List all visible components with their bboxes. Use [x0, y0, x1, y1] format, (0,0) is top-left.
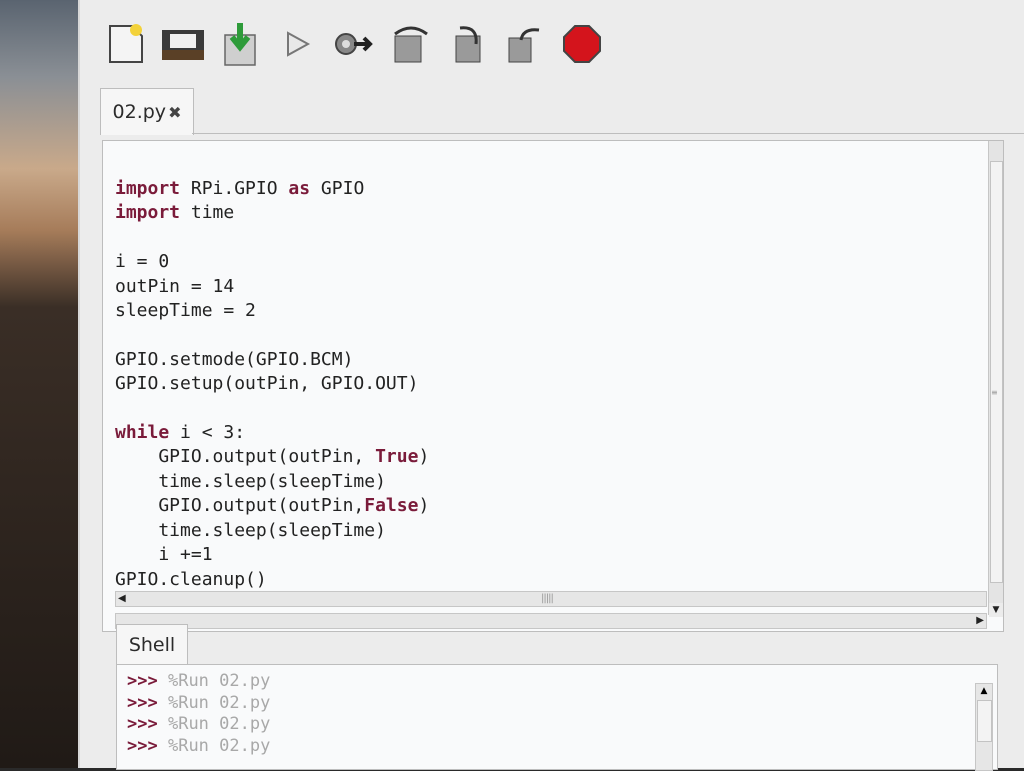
- code-editor[interactable]: import RPi.GPIO as GPIO import time i = …: [102, 140, 1004, 632]
- grip-icon: ≡: [991, 388, 998, 397]
- shell-line: >>> %Run 02.py: [127, 671, 270, 693]
- step-out-icon: [508, 28, 540, 63]
- shell-prompt: >>>: [127, 692, 158, 713]
- debug-icon: [335, 33, 373, 55]
- scroll-right-arrow-icon[interactable]: ▶: [976, 614, 984, 628]
- scroll-down-arrow-icon[interactable]: ▼: [989, 603, 1003, 617]
- shell-prompt: >>>: [127, 735, 158, 756]
- save-button[interactable]: [216, 20, 264, 68]
- close-tab-icon[interactable]: ✖: [168, 103, 181, 122]
- code-text[interactable]: import RPi.GPIO as GPIO import time i = …: [115, 177, 429, 592]
- shell-pane[interactable]: >>> %Run 02.py >>> %Run 02.py >>> %Run 02.…: [116, 664, 998, 771]
- scroll-up-arrow-icon[interactable]: ▲: [976, 684, 992, 698]
- tab-label: 02.py: [112, 101, 167, 123]
- editor-horizontal-scrollbar[interactable]: ◀ |||||: [115, 591, 987, 607]
- run-button[interactable]: [273, 20, 321, 68]
- shell-command: %Run 02.py: [167, 671, 271, 691]
- open-button[interactable]: [159, 20, 207, 68]
- debug-button[interactable]: [330, 20, 378, 68]
- shell-prompt: >>>: [127, 714, 158, 734]
- save-icon: [224, 23, 256, 66]
- tab-divider: [192, 133, 1024, 134]
- step-over-button[interactable]: [387, 20, 435, 68]
- step-into-button[interactable]: [444, 20, 492, 68]
- tab-02-py[interactable]: 02.py ✖: [100, 88, 194, 135]
- shell-vertical-scrollbar[interactable]: ▲: [975, 683, 993, 771]
- new-file-icon: [109, 24, 143, 63]
- new-file-button[interactable]: [102, 20, 150, 68]
- tab-shell[interactable]: Shell: [116, 624, 188, 665]
- stop-icon: [563, 25, 601, 63]
- shell-tab-label: Shell: [128, 634, 176, 656]
- thonny-window: 02.py ✖ import RPi.GPIO as GPIO import t…: [78, 0, 1024, 771]
- desktop-background: [0, 0, 80, 768]
- editor-vertical-scrollbar[interactable]: ≡ ▼: [988, 141, 1003, 617]
- editor-horizontal-scrollbar-end[interactable]: ▶: [115, 613, 987, 629]
- shell-line: >>> %Run 02.py: [127, 693, 270, 715]
- shell-command: %Run 02.py: [167, 714, 271, 734]
- shell-output: >>> %Run 02.py >>> %Run 02.py >>> %Run 02.…: [127, 671, 270, 757]
- editor-tabs: 02.py ✖: [100, 88, 1024, 140]
- shell-prompt: >>>: [127, 671, 158, 691]
- step-into-icon: [455, 26, 481, 63]
- shell-command: %Run 02.py: [167, 692, 271, 713]
- toolbar: [80, 0, 1024, 88]
- step-over-icon: [394, 26, 428, 63]
- grip-icon: |||||: [541, 593, 554, 604]
- scroll-left-arrow-icon[interactable]: ◀: [118, 592, 126, 606]
- stop-button[interactable]: [558, 20, 606, 68]
- shell-line: >>> %Run 02.py: [127, 736, 270, 758]
- scrollbar-thumb[interactable]: [977, 700, 992, 742]
- scrollbar-thumb[interactable]: [990, 161, 1003, 583]
- run-icon: [287, 31, 311, 57]
- open-folder-icon: [162, 30, 204, 60]
- shell-command: %Run 02.py: [167, 735, 271, 756]
- step-out-button[interactable]: [501, 20, 549, 68]
- shell-line: >>> %Run 02.py: [127, 714, 270, 736]
